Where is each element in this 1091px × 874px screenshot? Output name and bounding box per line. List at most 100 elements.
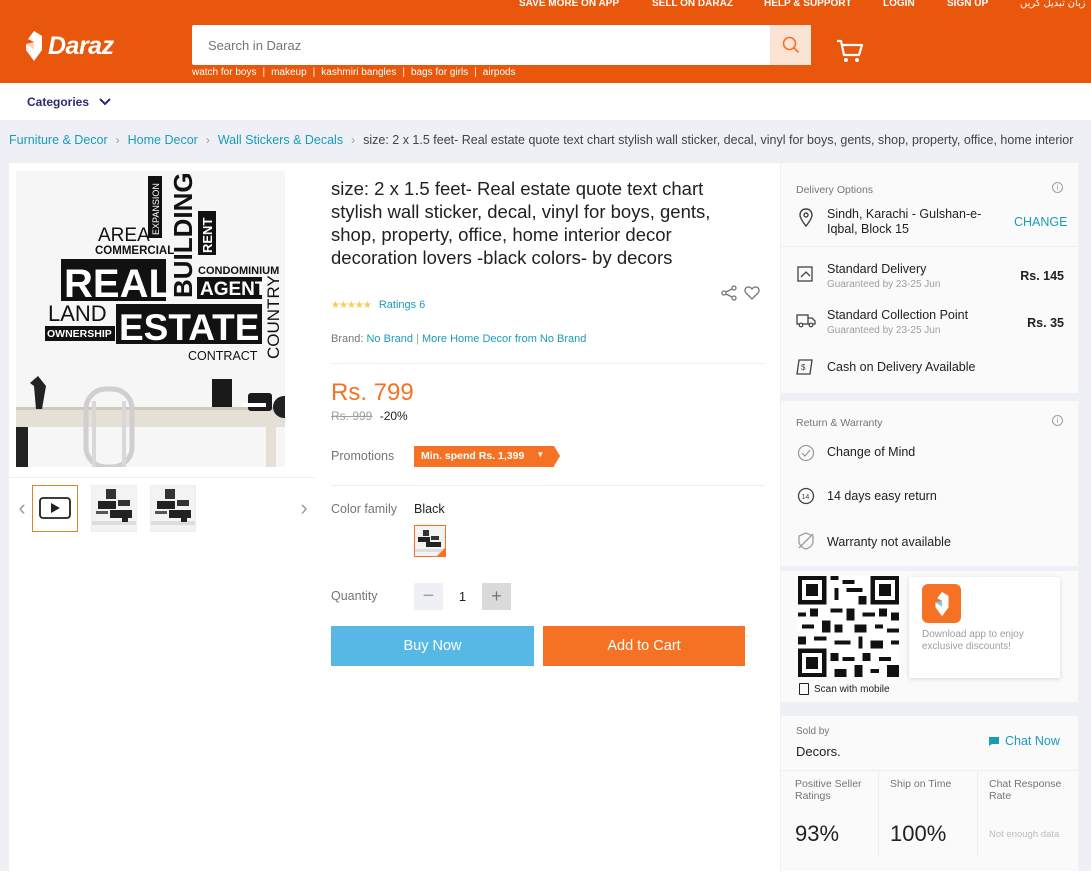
- img-word: CONDOMINIUM: [198, 265, 279, 277]
- return-item: 14 days easy return: [827, 489, 937, 503]
- img-word: ESTATE: [119, 307, 259, 348]
- img-word: REAL: [64, 262, 173, 306]
- share-icon[interactable]: [721, 285, 737, 301]
- buy-now-button[interactable]: Buy Now: [331, 626, 534, 666]
- color-swatch[interactable]: [414, 525, 446, 557]
- metric-label: Chat Response Rate: [989, 778, 1062, 802]
- top-link-signup[interactable]: SIGN UP: [947, 0, 988, 9]
- img-word: LAND: [48, 301, 107, 326]
- img-word: OWNERSHIP: [47, 328, 112, 340]
- daraz-logo[interactable]: Daraz: [24, 30, 114, 62]
- top-link-sell[interactable]: SELL ON DARAZ: [652, 0, 733, 9]
- img-word: COMMERCIAL: [95, 245, 174, 257]
- qr-code-icon: [798, 576, 899, 677]
- swatch-art: [415, 526, 445, 556]
- ratings-count: Ratings 6: [378, 299, 426, 311]
- promotion-tag[interactable]: Min. spend Rs. 1,399 ▼: [414, 446, 561, 467]
- breadcrumb-link[interactable]: Wall Stickers & Decals: [218, 133, 343, 147]
- metric-value: 100%: [890, 821, 947, 846]
- suggestion-link[interactable]: airpods: [483, 67, 516, 78]
- search-input[interactable]: [192, 25, 770, 65]
- original-price: Rs. 999 -20%: [331, 409, 408, 423]
- chevron-down-icon: [99, 98, 111, 106]
- mobile-phone-icon: [799, 683, 809, 695]
- gallery-next-button[interactable]: ›: [294, 484, 314, 532]
- top-link-language[interactable]: زبان تبدیل کریں: [1020, 0, 1086, 9]
- scan-with-mobile: Scan with mobile: [799, 683, 890, 695]
- add-to-cart-button[interactable]: Add to Cart: [543, 626, 745, 666]
- cod-availability: Cash on Delivery Available: [827, 360, 976, 374]
- breadcrumb-link[interactable]: Furniture & Decor: [9, 133, 108, 147]
- cart-icon[interactable]: [836, 38, 864, 64]
- svg-text:14: 14: [802, 494, 810, 501]
- info-icon[interactable]: i: [1052, 182, 1063, 193]
- quantity-value[interactable]: 1: [443, 583, 482, 610]
- delivery-location: Sindh, Karachi - Gulshan-e-Iqbal, Block …: [827, 207, 982, 236]
- app-qr-code: [798, 576, 899, 677]
- standard-delivery-icon: [797, 266, 813, 282]
- breadcrumb-link[interactable]: Home Decor: [128, 133, 198, 147]
- quantity-label: Quantity: [331, 589, 378, 603]
- no-warranty-icon: [798, 532, 814, 550]
- info-icon[interactable]: i: [1052, 415, 1063, 426]
- chevron-left-icon: ‹: [18, 495, 26, 520]
- thumbnail-art: [92, 485, 136, 531]
- top-link-help[interactable]: HELP & SUPPORT: [764, 0, 852, 9]
- wishlist-heart-icon[interactable]: [744, 285, 760, 301]
- delivery-option-name: Standard Delivery: [827, 262, 927, 276]
- delivery-option-eta: Guaranteed by 23-25 Jun: [827, 279, 941, 290]
- product-ratings[interactable]: ★★★★★ Ratings 6: [331, 299, 425, 311]
- thumbnail-image[interactable]: [150, 484, 196, 532]
- cash-on-delivery-icon: $: [796, 359, 813, 375]
- brand-link[interactable]: No Brand: [366, 333, 412, 345]
- thumbnail-video[interactable]: [32, 484, 78, 532]
- quantity-decrease-button[interactable]: −: [414, 583, 443, 610]
- daraz-app-icon[interactable]: [922, 584, 961, 623]
- section-gap: [781, 566, 1078, 571]
- seller-metric: Ship on Time 100%: [879, 770, 976, 856]
- metric-value: 93%: [795, 821, 840, 846]
- search-suggestions: watch for boys | makeup | kashmiri bangles…: [192, 67, 516, 78]
- breadcrumb-current: size: 2 x 1.5 feet- Real estate quote te…: [363, 133, 1074, 147]
- header-bar: SAVE MORE ON APP SELL ON DARAZ HELP & SU…: [0, 0, 1091, 83]
- delivery-option-price: Rs. 145: [1020, 269, 1064, 283]
- daraz-logo-icon: [935, 591, 948, 616]
- change-location-link[interactable]: CHANGE: [1014, 215, 1067, 229]
- suggestion-link[interactable]: kashmiri bangles: [321, 67, 396, 78]
- return-item: Change of Mind: [827, 445, 916, 459]
- breadcrumb: Furniture & Decor › Home Decor › Wall St…: [9, 133, 1073, 147]
- seller-metric: Chat Response Rate Not enough data: [978, 770, 1078, 856]
- quantity-increase-button[interactable]: +: [482, 583, 511, 610]
- gallery-prev-button[interactable]: ‹: [12, 484, 32, 532]
- section-gap: [781, 702, 1078, 716]
- seller-metric: Positive Seller Ratings 93%: [781, 770, 878, 856]
- more-from-brand-link[interactable]: More Home Decor from No Brand: [422, 333, 586, 345]
- search-button[interactable]: [770, 25, 811, 65]
- logo-text: Daraz: [48, 31, 114, 60]
- star-rating-icon: ★★★★★: [331, 299, 372, 311]
- caret-down-icon: ▼: [536, 450, 545, 459]
- divider: [331, 363, 765, 364]
- img-word: CONTRACT: [188, 349, 258, 363]
- play-video-icon: [39, 497, 71, 519]
- thumbnail-art: [151, 485, 195, 531]
- img-word: COUNTRY: [264, 275, 283, 359]
- section-gap: [781, 393, 1078, 401]
- brand-line: Brand: No Brand | More Home Decor from N…: [331, 333, 587, 345]
- top-link-save-more[interactable]: SAVE MORE ON APP: [519, 0, 619, 9]
- suggestion-link[interactable]: bags for girls: [411, 67, 468, 78]
- seller-name[interactable]: Decors.: [796, 744, 841, 759]
- top-link-login[interactable]: LOGIN: [883, 0, 915, 9]
- product-main-image[interactable]: AREA EXPANSION BUILDING COMMERCIAL RENT …: [16, 171, 285, 467]
- chat-now-button[interactable]: Chat Now: [988, 734, 1060, 748]
- delivery-options-title: Delivery Options: [796, 184, 874, 196]
- suggestion-link[interactable]: makeup: [271, 67, 307, 78]
- metric-label: Positive Seller Ratings: [795, 778, 862, 802]
- thumbnail-image[interactable]: [91, 484, 137, 532]
- categories-dropdown[interactable]: Categories: [27, 95, 111, 109]
- suggestion-link[interactable]: watch for boys: [192, 67, 256, 78]
- img-word: AREA: [98, 225, 150, 246]
- product-price: Rs. 799: [331, 379, 414, 406]
- chat-now-label: Chat Now: [1005, 734, 1060, 748]
- strikethrough-price: Rs. 999: [331, 409, 373, 423]
